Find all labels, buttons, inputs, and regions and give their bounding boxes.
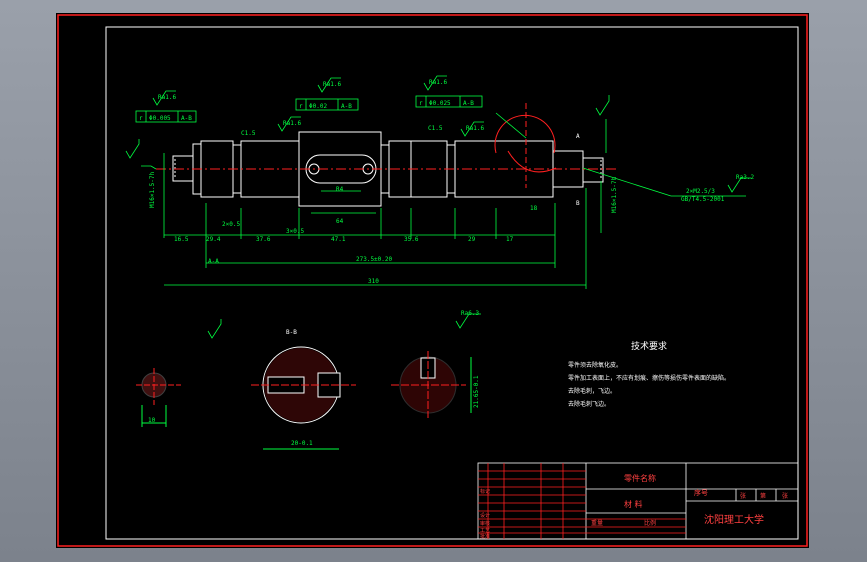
section-right: 21.65-0.1 [391, 351, 480, 418]
dim-3: 37.6 [256, 236, 271, 243]
thread-note-1: 2×M2.5/3 [686, 188, 715, 195]
seq-label: 序号 [694, 488, 708, 497]
row-label-2: 设计 [480, 512, 490, 519]
gdt-mid-datum: A-B [341, 103, 352, 110]
thread-left: M16×1.5-7h [149, 171, 156, 208]
roughness-labels: Ra1.6 Ra1.6 Ra1.6 Ra1.6 Ra1.6 Ra3.2 Ra6.… [158, 79, 754, 317]
weight-label: 重量 [591, 519, 603, 527]
ra-label-6: Ra3.2 [736, 174, 754, 181]
ra-label-5: Ra1.6 [283, 120, 301, 127]
thread-right: M16×1.5-7h [611, 176, 618, 213]
row-label-3: 审核 [480, 520, 490, 527]
row-label-5: 批准 [480, 533, 490, 540]
dim-2: 29.4 [206, 236, 221, 243]
title-block: 零件名称 材 料 序号 张 第 张 沈阳理工大学 重量 比例 标记 设计 审核 … [477, 462, 799, 540]
gdt-right-sym: r [419, 100, 423, 107]
sheet-1: 张 [740, 492, 746, 500]
gdt-right-val: Φ0.025 [429, 100, 451, 107]
datum-a-top: A [576, 133, 580, 140]
gdt-left-sym: r [139, 115, 143, 122]
gdt-right-datum: A-B [463, 100, 474, 107]
dimension-lines [141, 112, 746, 289]
dim-12: A-A [208, 258, 219, 265]
ra-label-2: Ra1.6 [323, 81, 341, 88]
thread-note-2: GB/T4.5-2001 [681, 196, 725, 203]
sec-right-depth: 21.65-0.1 [473, 375, 480, 408]
dim-7: 29 [468, 236, 476, 243]
sec-bb-width: 20-0.1 [291, 440, 313, 447]
sheet-3: 张 [782, 492, 788, 500]
ra-label-7: Ra6.3 [461, 310, 479, 317]
gdt-mid-sym: r [299, 103, 303, 110]
scale-label: 比例 [644, 519, 656, 527]
dim-8: 17 [506, 236, 514, 243]
dim-6: 35.6 [404, 236, 419, 243]
dim-11: R4 [336, 186, 344, 193]
ra-label-3: Ra1.6 [429, 79, 447, 86]
dimension-text: 16.5 29.4 37.6 3×0.5 47.1 35.6 29 17 2×0… [149, 133, 725, 285]
dim-overall: 310 [368, 278, 379, 285]
gdt-left-val: Φ0.005 [149, 115, 171, 122]
section-bb: B-B 20-0.1 [251, 329, 356, 450]
drawing-canvas: r Φ0.005 A-B r Φ0.02 A-B r Φ0.025 A-B Ra… [57, 14, 808, 547]
section-small-left: 10 [136, 368, 181, 427]
cam-feature [494, 103, 557, 188]
ra-label-4: Ra1.6 [466, 125, 484, 132]
sheet-2: 第 [760, 492, 766, 500]
dim-13: 18 [530, 205, 538, 212]
dim-9: 2×0.5 [222, 221, 240, 228]
dim-10: 64 [336, 218, 344, 225]
section-bb-label: B-B [286, 329, 297, 336]
cad-viewport[interactable]: r Φ0.005 A-B r Φ0.02 A-B r Φ0.025 A-B Ra… [0, 0, 867, 562]
dim-5: 47.1 [331, 236, 346, 243]
inner-border [105, 26, 799, 540]
school-name: 沈阳理工大学 [704, 513, 764, 526]
gdt-left-datum: A-B [181, 115, 192, 122]
tech-req-1: 零件须去除氧化皮。 [568, 361, 622, 369]
dim-4: 3×0.5 [286, 228, 304, 235]
tech-requirements: 技术要求 零件须去除氧化皮。 零件加工表面上，不应有划痕、擦伤等损伤零件表面的缺… [568, 340, 730, 408]
chamfer-label-2: C1.5 [428, 125, 443, 132]
dim-1: 16.5 [174, 236, 189, 243]
sec-left-width: 10 [148, 417, 156, 424]
ra-label-1: Ra1.6 [158, 94, 176, 101]
part-name: 零件名称 [624, 473, 656, 483]
row-label-1: 标记 [480, 488, 490, 495]
tech-req-3: 去除毛刺，飞边。 [568, 387, 616, 395]
gdt-mid-val: Φ0.02 [309, 103, 327, 110]
tech-req-2: 零件加工表面上，不应有划痕、擦伤等损伤零件表面的缺陷。 [568, 374, 730, 382]
chamfer-label-1: C1.5 [241, 130, 256, 137]
dim-overall-mid: 273.5±0.20 [356, 256, 393, 263]
tech-req-4: 去除毛刺飞边。 [568, 400, 610, 408]
drawing-sheet: r Φ0.005 A-B r Φ0.02 A-B r Φ0.025 A-B Ra… [56, 13, 809, 548]
tech-req-title: 技术要求 [631, 340, 667, 352]
material: 材 料 [624, 499, 643, 509]
roughness-symbols [125, 75, 751, 339]
datum-b-bottom: B [576, 200, 580, 207]
